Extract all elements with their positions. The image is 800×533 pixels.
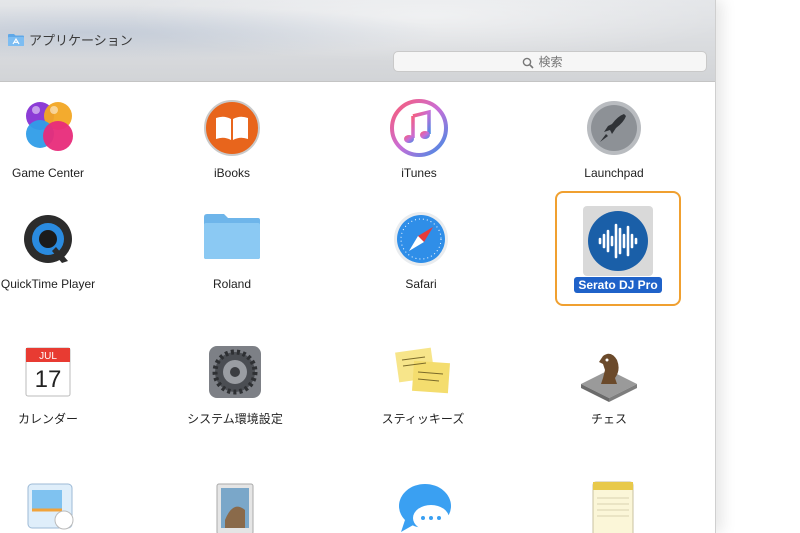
app-label: Launchpad bbox=[584, 166, 644, 180]
applications-folder-icon bbox=[8, 33, 24, 46]
maps-icon bbox=[16, 480, 80, 533]
app-preview[interactable] bbox=[165, 480, 305, 533]
window-title-area: アプリケーション bbox=[8, 30, 133, 49]
game-center-icon bbox=[16, 96, 80, 160]
system-preferences-icon bbox=[203, 340, 267, 404]
app-label: スティッキーズ bbox=[381, 412, 465, 426]
quicktime-icon bbox=[16, 207, 80, 271]
app-label-selected: Serato DJ Pro bbox=[548, 277, 688, 293]
app-calendar[interactable]: JUL 17 カレンダー bbox=[0, 340, 118, 427]
window-title: アプリケーション bbox=[29, 33, 133, 48]
notes-icon bbox=[579, 480, 643, 533]
launchpad-icon bbox=[582, 96, 646, 160]
messages-icon bbox=[395, 480, 459, 533]
app-label: iBooks bbox=[213, 166, 251, 180]
titlebar: アプリケーション bbox=[0, 0, 715, 82]
calendar-day: 17 bbox=[35, 366, 62, 393]
app-label: カレンダー bbox=[17, 412, 78, 426]
app-game-center[interactable]: Game Center bbox=[0, 96, 118, 180]
search-input[interactable] bbox=[538, 54, 579, 69]
app-stickies[interactable]: スティッキーズ bbox=[353, 340, 493, 427]
app-roland-folder[interactable]: Roland bbox=[162, 207, 302, 291]
preview-icon bbox=[203, 480, 267, 533]
serato-icon bbox=[586, 209, 650, 273]
app-ibooks[interactable]: iBooks bbox=[162, 96, 302, 180]
app-label: チェス bbox=[590, 412, 627, 426]
app-serato-dj-pro[interactable]: Serato DJ Pro bbox=[548, 209, 688, 293]
app-label: Game Center bbox=[11, 166, 85, 180]
app-system-preferences[interactable]: システム環境設定 bbox=[165, 340, 305, 427]
calendar-icon: JUL 17 bbox=[16, 340, 80, 404]
app-maps[interactable] bbox=[0, 480, 118, 533]
app-chess[interactable]: チェス bbox=[539, 340, 679, 427]
app-messages[interactable] bbox=[357, 480, 497, 533]
calendar-month: JUL bbox=[39, 351, 57, 362]
app-quicktime[interactable]: QuickTime Player bbox=[0, 207, 118, 291]
app-launchpad[interactable]: Launchpad bbox=[544, 96, 684, 180]
finder-window: アプリケーション Game Center bbox=[0, 0, 716, 533]
chess-icon bbox=[577, 340, 641, 404]
app-notes[interactable] bbox=[541, 480, 681, 533]
folder-icon bbox=[200, 207, 264, 271]
app-itunes[interactable]: iTunes bbox=[349, 96, 489, 180]
app-label: Safari bbox=[405, 277, 437, 291]
stickies-icon bbox=[391, 340, 455, 404]
app-label: QuickTime Player bbox=[0, 277, 96, 291]
selected-label-text: Serato DJ Pro bbox=[574, 277, 662, 293]
app-label: Roland bbox=[212, 277, 252, 291]
app-safari[interactable]: Safari bbox=[351, 207, 491, 291]
search-icon bbox=[522, 56, 534, 69]
app-label: システム環境設定 bbox=[187, 412, 283, 426]
search-field[interactable] bbox=[393, 51, 707, 72]
safari-icon bbox=[389, 207, 453, 271]
app-label: iTunes bbox=[401, 166, 437, 180]
ibooks-icon bbox=[200, 96, 264, 160]
itunes-icon bbox=[387, 96, 451, 160]
